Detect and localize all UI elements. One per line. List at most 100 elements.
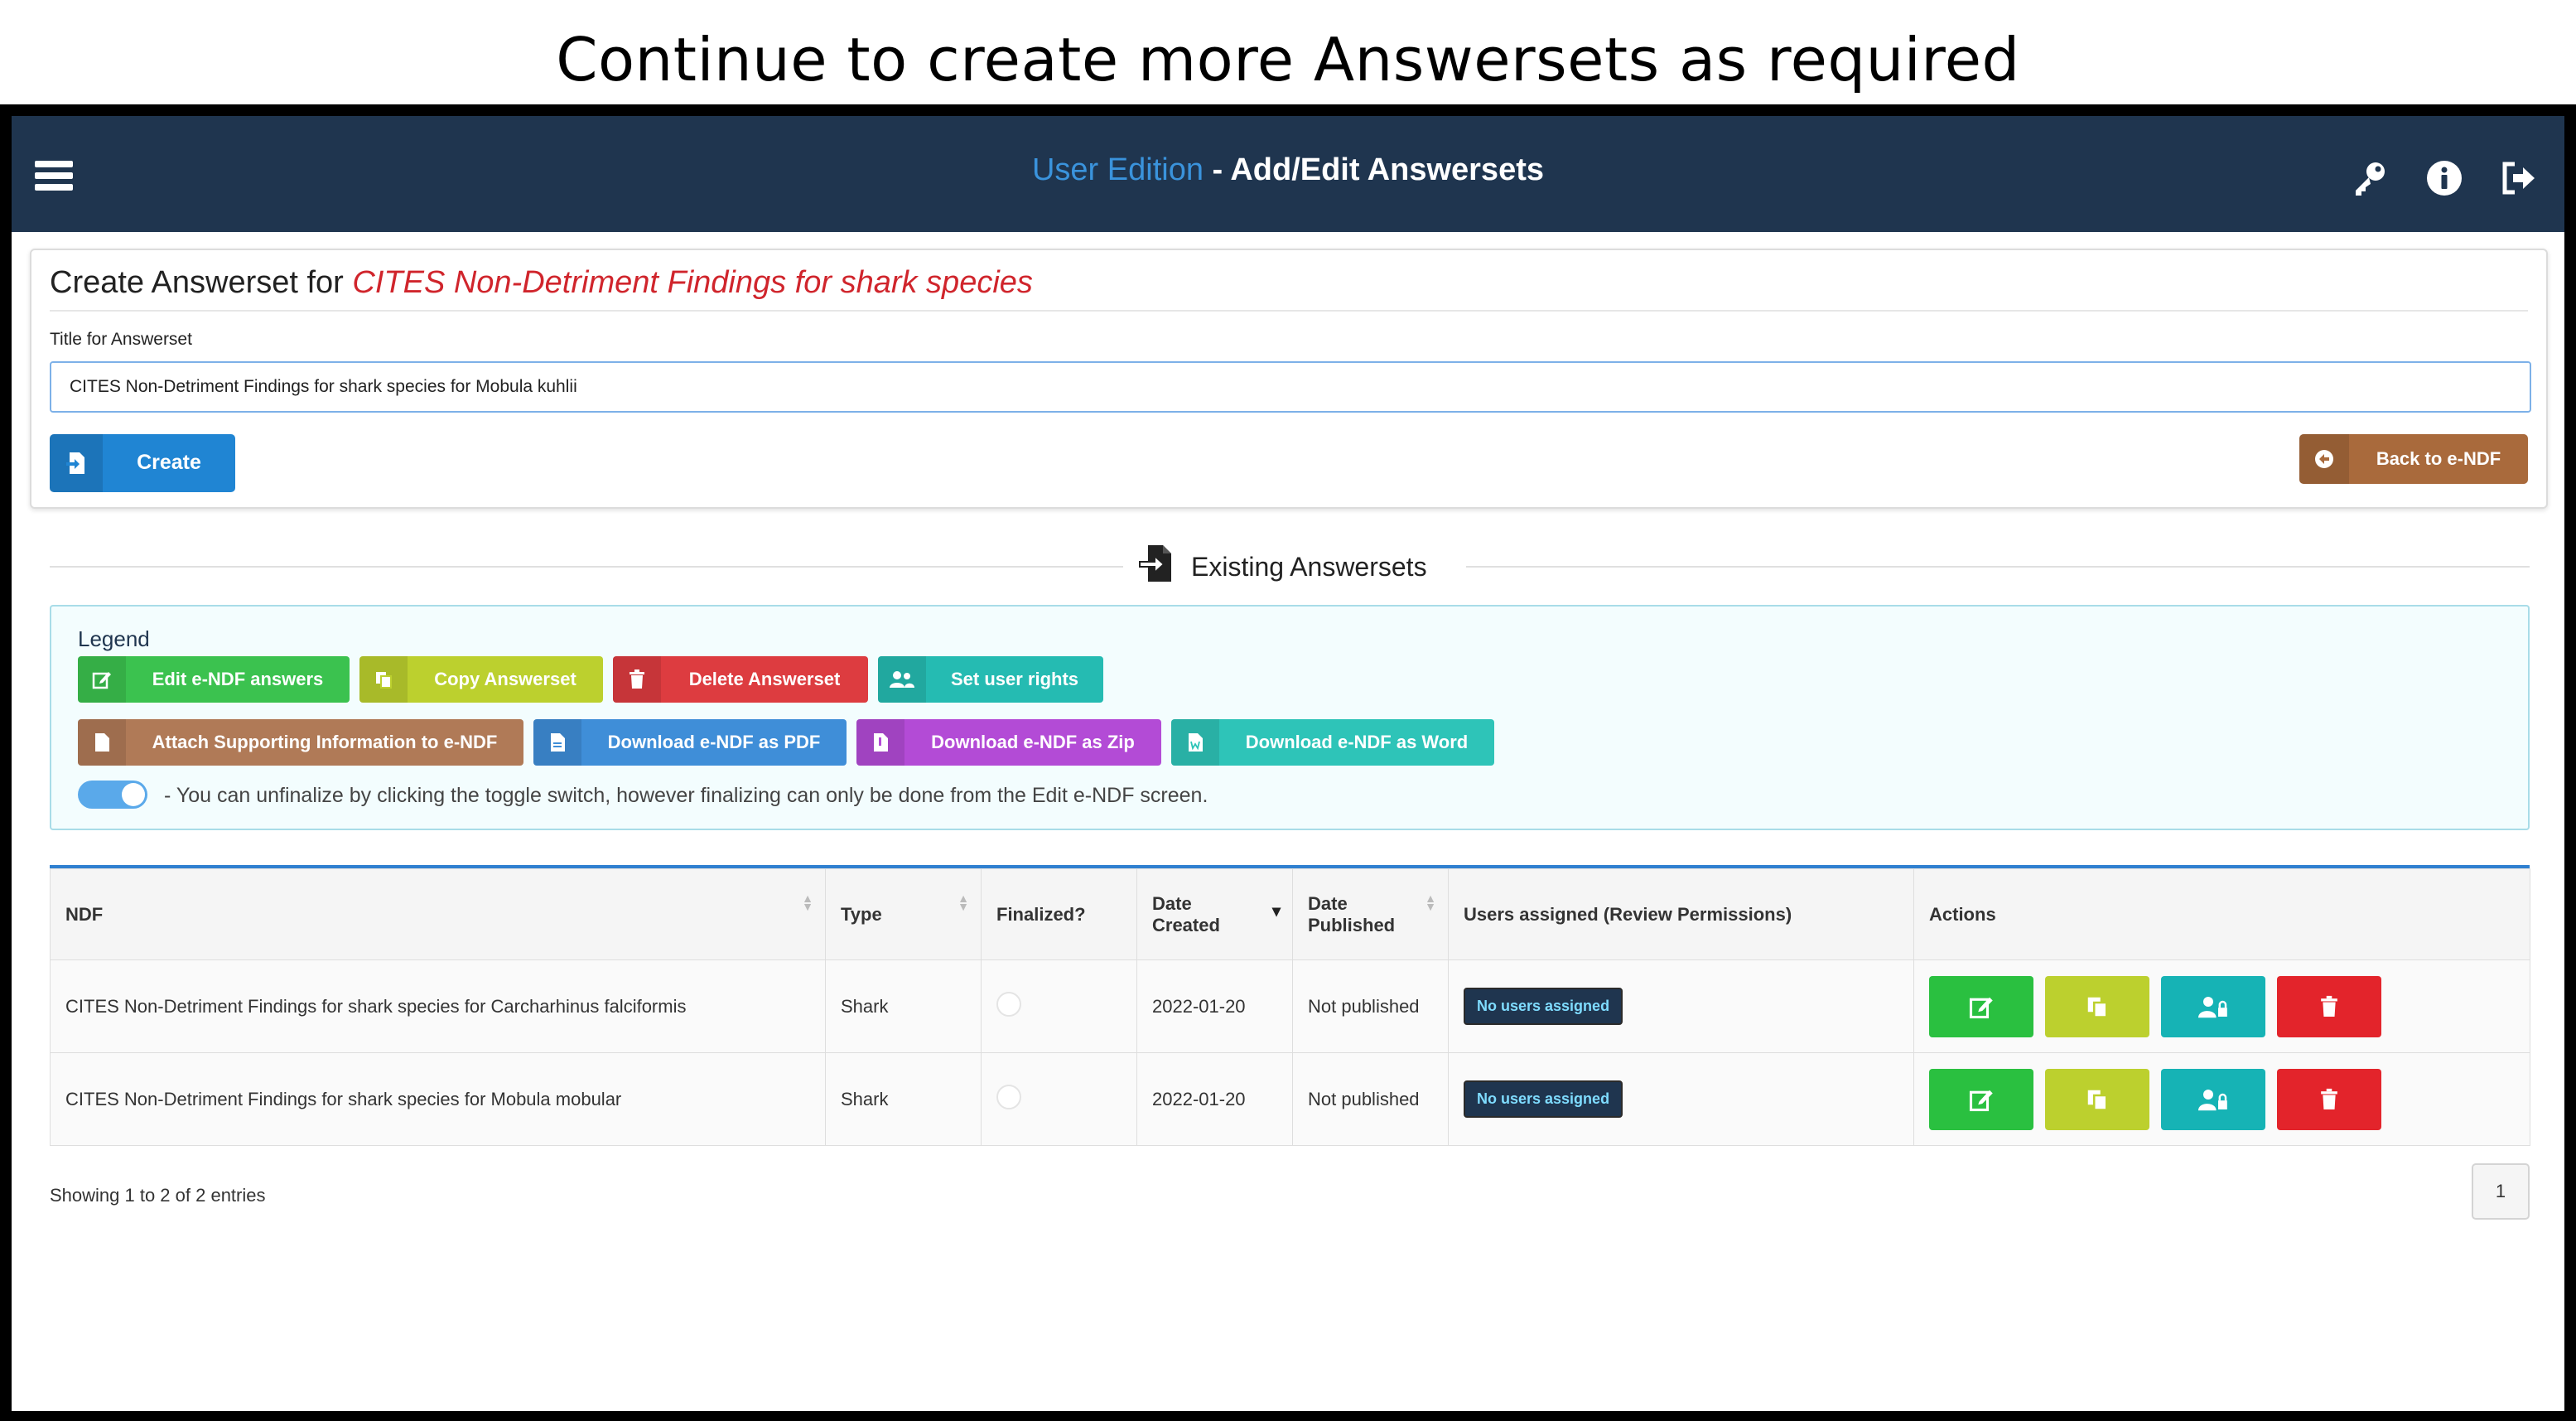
file-icon [78,719,126,766]
set-user-rights-button[interactable] [2161,1068,2265,1130]
date-created-cell: 2022-01-20 [1136,1052,1293,1146]
finalized-cell [981,959,1137,1053]
delete-answerset-button[interactable] [2277,975,2381,1037]
sort-icon: ▲ ▼ [802,892,813,913]
set-user-rights-button[interactable] [2161,975,2265,1037]
col-label: Type [841,903,882,925]
key-icon[interactable] [2349,157,2390,199]
legend-label: Download e-NDF as Word [1245,732,1469,752]
user-lock-icon [2198,1089,2227,1110]
date-published-cell: Not published [1292,1052,1449,1146]
trash-icon [613,656,661,703]
legend-title: Legend [78,626,150,651]
status-badge: No users assigned [1464,1080,1623,1118]
legend-row-2: Attach Supporting Information to e-NDF D… [78,719,1494,766]
trash-icon [2321,1088,2337,1109]
finalized-toggle[interactable] [996,1084,1021,1109]
file-import-icon [50,434,103,492]
col-users-assigned: Users assigned (Review Permissions) [1448,868,1914,960]
edit-icon [78,656,126,703]
file-import-icon [1138,544,1175,590]
divider [50,310,2528,312]
col-label: Actions [1929,903,1996,925]
col-type[interactable]: Type ▲ ▼ [825,868,982,960]
legend-label: Download e-NDF as PDF [607,732,821,752]
zip-file-icon [856,719,904,766]
back-label: Back to e-NDF [2376,448,2501,469]
legend-row-1: Edit e-NDF answers Copy Answerset Delete… [78,656,1103,703]
col-label: Created [1152,914,1220,935]
sort-icon: ▲ ▼ [958,892,969,913]
finalized-toggle-switch[interactable] [78,781,147,809]
sort-icon: ▲ ▼ [1425,892,1436,913]
users-cell: No users assigned [1448,959,1914,1053]
title-input[interactable] [50,361,2531,413]
create-answerset-card: Create Answerset for CITES Non-Detriment… [30,249,2548,509]
col-label: NDF [65,903,104,925]
legend-set-user-rights[interactable]: Set user rights [878,656,1103,703]
ndf-cell: CITES Non-Detriment Findings for shark s… [50,1052,826,1146]
table-row: CITES Non-Detriment Findings for shark s… [50,959,2530,1053]
edit-icon [1969,1090,1993,1111]
col-finalized: Finalized? [981,868,1137,960]
toggle-note: - You can unfinalize by clicking the tog… [164,784,1208,807]
legend-copy-answerset[interactable]: Copy Answerset [359,656,603,703]
legend-download-word[interactable]: Download e-NDF as Word [1171,719,1494,766]
finalized-toggle[interactable] [996,991,1021,1017]
type-cell: Shark [825,959,982,1053]
users-icon [878,656,926,703]
legend-download-zip[interactable]: Download e-NDF as Zip [856,719,1161,766]
table-header-row: NDF ▲ ▼ Type ▲ ▼ Finalized? Date Created ▾ Dat… [50,868,2530,960]
actions-cell [1913,1052,2530,1146]
legend-label: Download e-NDF as Zip [931,732,1135,752]
col-date-created[interactable]: Date Created ▾ [1136,868,1293,960]
copy-icon [2087,997,2108,1018]
navbar: User Edition - Add/Edit Answersets [12,116,2564,232]
existing-heading-label: Existing Answersets [1191,551,1427,582]
col-date-published[interactable]: Date Published ▲ ▼ [1292,868,1449,960]
copy-answerset-button[interactable] [2045,975,2149,1037]
user-lock-icon [2198,996,2227,1017]
legend-edit-answers[interactable]: Edit e-NDF answers [78,656,350,703]
col-label: Published [1308,914,1396,935]
pagination-page-1[interactable]: 1 [2472,1163,2530,1220]
word-file-icon [1171,719,1219,766]
section-divider-left [50,566,1123,568]
sign-out-icon[interactable] [2498,157,2540,199]
app-window: User Edition - Add/Edit Answersets Creat… [0,104,2576,1421]
legend-delete-answerset[interactable]: Delete Answerset [613,656,868,703]
back-to-endf-button[interactable]: Back to e-NDF [2299,434,2528,484]
finalized-cell [981,1052,1137,1146]
legend-label: Edit e-NDF answers [152,669,324,689]
actions-cell [1913,959,2530,1053]
row-actions [1929,1068,2515,1130]
create-button[interactable]: Create [50,434,235,492]
col-ndf[interactable]: NDF ▲ ▼ [50,868,826,960]
nav-icons [2349,157,2540,199]
row-actions [1929,975,2515,1037]
edit-answers-button[interactable] [1929,1068,2033,1130]
legend-attach-supporting-info[interactable]: Attach Supporting Information to e-NDF [78,719,523,766]
col-actions: Actions [1913,868,2530,960]
col-label: Users assigned (Review Permissions) [1464,903,1792,925]
answersets-table: NDF ▲ ▼ Type ▲ ▼ Finalized? Date Created ▾ Dat… [50,865,2530,1146]
ndf-cell: CITES Non-Detriment Findings for shark s… [50,959,826,1053]
edition-label: User Edition [1031,152,1204,187]
toggle-knob [122,783,145,806]
edit-answers-button[interactable] [1929,975,2033,1037]
existing-answersets-heading: Existing Answersets [1138,544,1427,590]
copy-icon [359,656,408,703]
create-heading: Create Answerset for CITES Non-Detriment… [50,265,1033,301]
title-field-label: Title for Answerset [50,330,192,349]
col-label: Date [1308,892,1348,914]
copy-icon [2087,1090,2108,1111]
info-icon[interactable] [2424,157,2465,199]
legend-download-pdf[interactable]: Download e-NDF as PDF [533,719,847,766]
create-label: Create [137,451,201,474]
delete-answerset-button[interactable] [2277,1068,2381,1130]
copy-answerset-button[interactable] [2045,1068,2149,1130]
users-cell: No users assigned [1448,1052,1914,1146]
legend-label: Copy Answerset [434,669,576,689]
sort-desc-icon: ▾ [1271,902,1281,921]
table-row: CITES Non-Detriment Findings for shark s… [50,1052,2530,1146]
